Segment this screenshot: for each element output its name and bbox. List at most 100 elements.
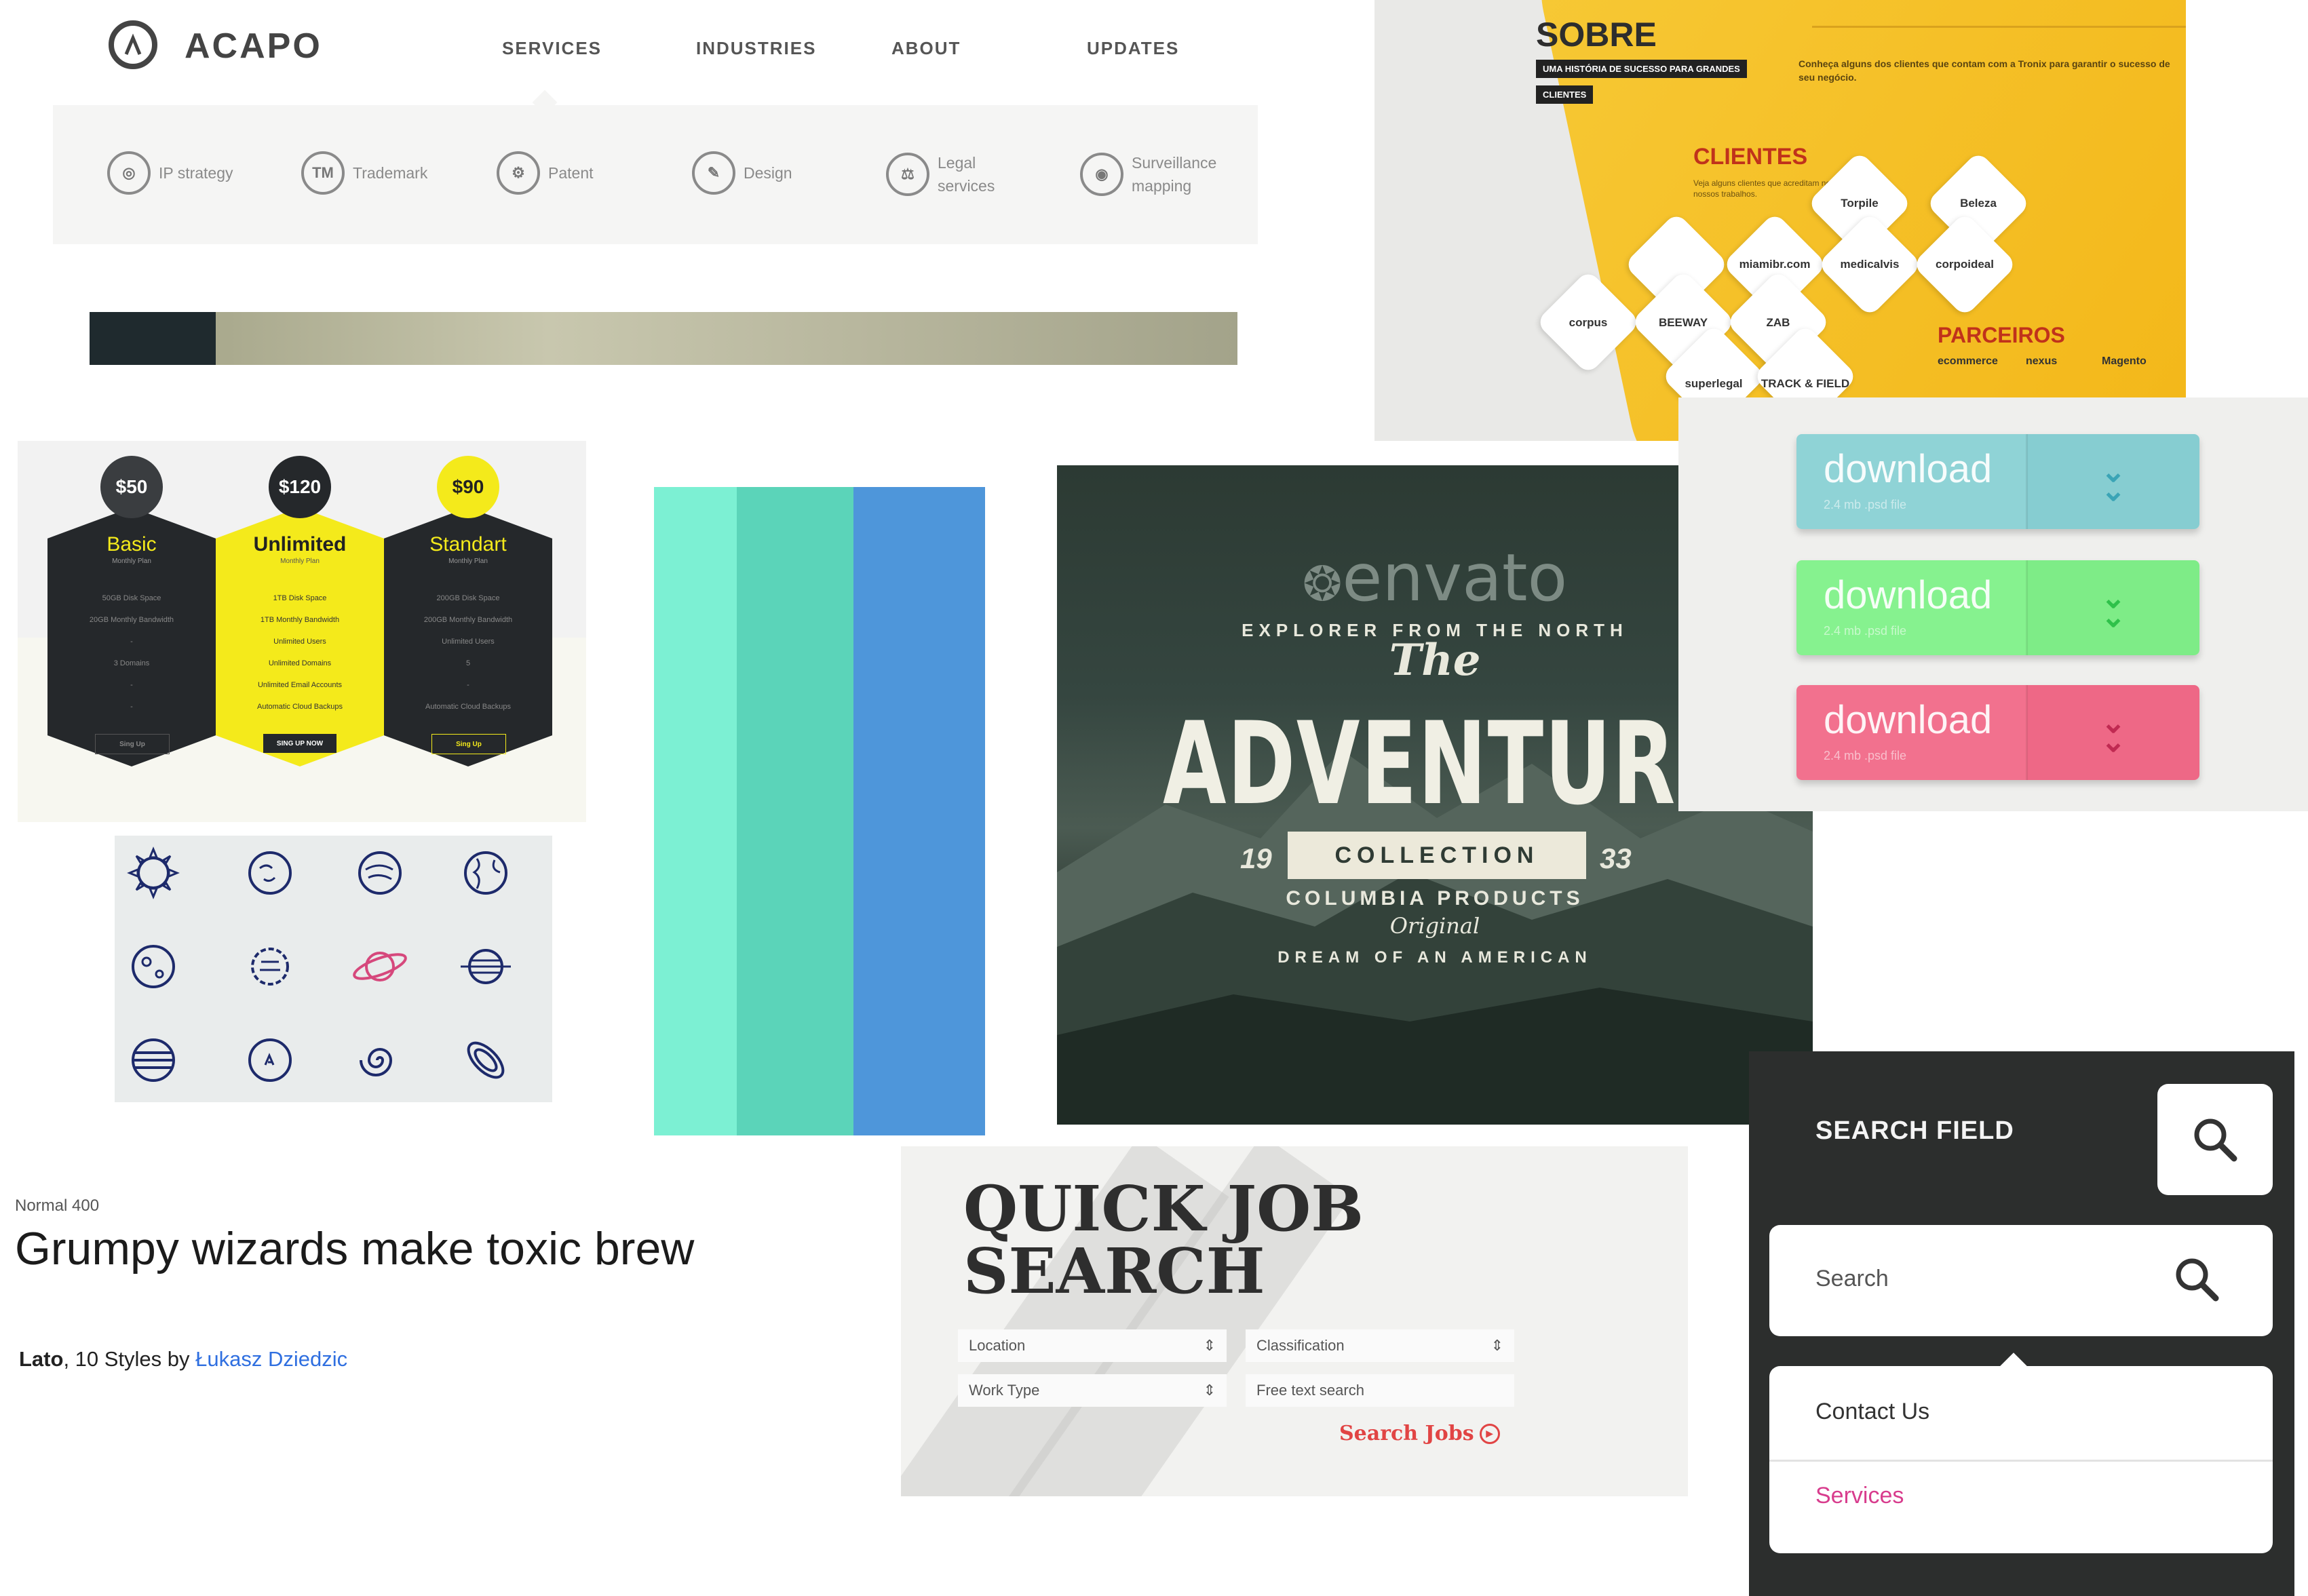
submenu-item-trademark[interactable]: TM Trademark: [301, 151, 448, 195]
plan-feature: -: [130, 638, 133, 646]
download-button-teal[interactable]: ⌄ ⌄ download 2.4 mb .psd file: [1796, 434, 2199, 529]
search-placeholder: Search: [1815, 1266, 1889, 1291]
submenu-label: Surveillance mapping: [1132, 154, 1217, 195]
plan-feature: Automatic Cloud Backups: [425, 703, 511, 711]
download-label: download: [1824, 573, 1993, 617]
nav-updates[interactable]: UPDATES: [1087, 38, 1179, 59]
submenu-label: Legal services: [938, 154, 995, 195]
color-swatch-teal: [737, 487, 853, 1135]
download-button-green[interactable]: ⌄ ⌄ download 2.4 mb .psd file: [1796, 560, 2199, 655]
download-label: download: [1824, 447, 1993, 491]
eye-icon: ◉: [1080, 153, 1123, 196]
arrow-right-icon: ▶: [1479, 1423, 1500, 1444]
jobs-title: QUICK JOB SEARCH: [963, 1177, 1364, 1302]
nav-services[interactable]: SERVICES: [502, 38, 602, 59]
work-type-label: Work Type: [969, 1382, 1040, 1399]
plan-feature: 20GB Monthly Bandwidth: [89, 616, 174, 624]
dream-tagline: DREAM OF AN AMERICAN: [1277, 948, 1592, 967]
submenu-item-surveillance-mapping[interactable]: ◉ Surveillance mapping: [1080, 151, 1227, 197]
plan-feature: 200GB Monthly Bandwidth: [423, 616, 513, 624]
work-type-select[interactable]: Work Type ⇕: [958, 1374, 1227, 1407]
client-logo-corpoideal: corpoideal: [1936, 258, 1994, 271]
partner-logo-nexus: nexus: [2026, 355, 2058, 367]
clientes-title: CLIENTES: [1693, 144, 1808, 170]
client-logo-zab: ZAB: [1766, 316, 1790, 329]
submenu-label: Design: [744, 164, 792, 182]
partner-logo-ecommerce: ecommerce: [1938, 355, 1998, 367]
plan-feature: -: [467, 681, 469, 689]
classification-label: Classification: [1256, 1337, 1345, 1354]
menu-item-services[interactable]: Services: [1815, 1483, 1904, 1509]
partner-logo-magento: Magento: [2102, 355, 2147, 367]
submenu-item-legal-services[interactable]: ⚖ Legal services: [886, 151, 1033, 197]
menu-divider: [1769, 1460, 2273, 1462]
submenu-label: Patent: [548, 164, 594, 182]
galaxy-icon: [360, 1048, 393, 1076]
download-sublabel: 2.4 mb .psd file: [1824, 749, 1907, 762]
select-arrows-icon: ⇕: [1203, 1382, 1216, 1399]
patent-icon: ⚙: [497, 151, 540, 195]
submenu-item-ip-strategy[interactable]: ◎ IP strategy: [107, 151, 254, 195]
font-author-link[interactable]: Łukasz Dziedzic: [195, 1347, 347, 1371]
free-text-search-input[interactable]: Free text search: [1246, 1374, 1514, 1407]
signup-button[interactable]: Sing Up: [95, 734, 170, 754]
font-family-name: Lato: [19, 1347, 64, 1371]
submenu-label: IP strategy: [159, 164, 233, 182]
signup-button[interactable]: Sing Up: [431, 734, 506, 754]
quick-job-search: QUICK JOB SEARCH Location ⇕ Classificatio…: [901, 1146, 1688, 1496]
acapo-logo-text[interactable]: ACAPO: [185, 26, 322, 66]
planet-icon: [358, 851, 402, 895]
color-swatch-mint: [654, 487, 737, 1135]
jobs-title-line2: SEARCH: [963, 1234, 1265, 1308]
client-logo-beleza: Beleza: [1960, 197, 1997, 210]
plan-standart: $90 Standart Monthly Plan 200GB Disk Spa…: [384, 456, 552, 766]
chevron-down-icon: ⌄ ⌄: [2100, 455, 2126, 507]
select-arrows-icon: ⇕: [1490, 1337, 1503, 1354]
sun-icon: [127, 846, 180, 899]
plan-subtitle: Monthly Plan: [112, 558, 151, 565]
search-jobs-button[interactable]: Search Jobs ▶: [1339, 1422, 1500, 1445]
menu-item-contact-us[interactable]: Contact Us: [1815, 1399, 1929, 1425]
plan-subtitle: Monthly Plan: [280, 558, 320, 565]
select-arrows-icon: ⇕: [1203, 1337, 1216, 1354]
nav-industries[interactable]: INDUSTRIES: [696, 38, 816, 59]
saturn-icon: [353, 952, 407, 981]
envato-logo-text: envato: [1342, 540, 1568, 616]
parceiros-title: PARCEIROS: [1938, 323, 2065, 347]
planet-icon: [251, 948, 289, 986]
search-button[interactable]: [2157, 1084, 2273, 1195]
poster-headline: ADVENTURER: [1162, 697, 1798, 830]
acapo-logo-icon[interactable]: [109, 20, 157, 69]
search-dropdown-menu: Contact Us Services: [1769, 1366, 2273, 1553]
classification-select[interactable]: Classification ⇕: [1246, 1329, 1514, 1362]
submenu-item-design[interactable]: ✎ Design: [692, 151, 839, 195]
globe-icon: ◎: [107, 151, 151, 195]
client-logo-torpile: Torpile: [1841, 197, 1879, 210]
price-badge: $50: [100, 456, 163, 518]
font-sample-text: Grumpy wizards make toxic brew: [15, 1223, 695, 1274]
search-icon[interactable]: [2170, 1252, 2224, 1306]
price-badge: $90: [437, 456, 499, 518]
color-swatch-blue: [853, 487, 985, 1135]
plan-feature: -: [130, 703, 133, 711]
submenu-item-patent[interactable]: ⚙ Patent: [497, 151, 643, 195]
search-input[interactable]: Search: [1769, 1225, 2273, 1336]
location-select[interactable]: Location ⇕: [958, 1329, 1227, 1362]
signup-button[interactable]: SING UP NOW: [263, 734, 336, 753]
download-sublabel: 2.4 mb .psd file: [1824, 624, 1907, 638]
search-jobs-label: Search Jobs: [1339, 1422, 1474, 1445]
sobre-description: Conheça alguns dos clientes que contam c…: [1799, 58, 2170, 83]
search-field-heading: SEARCH FIELD: [1815, 1116, 2014, 1145]
plan-feature: 1TB Monthly Bandwidth: [260, 616, 340, 624]
download-button-pink[interactable]: ⌄ ⌄ download 2.4 mb .psd file: [1796, 685, 2199, 780]
plan-name: Basic: [107, 533, 157, 556]
font-weight-label: Normal 400: [15, 1196, 100, 1215]
plan-name: Standart: [429, 533, 507, 556]
products-line: COLUMBIA PRODUCTS: [1286, 887, 1584, 910]
services-submenu: ◎ IP strategy TM Trademark ⚙ Patent ✎ De…: [53, 105, 1258, 244]
moon-icon: [132, 945, 175, 988]
search-icon: [2194, 1118, 2237, 1162]
nav-about[interactable]: ABOUT: [891, 38, 961, 59]
download-sublabel: 2.4 mb .psd file: [1824, 498, 1907, 511]
price-badge: $120: [269, 456, 331, 518]
